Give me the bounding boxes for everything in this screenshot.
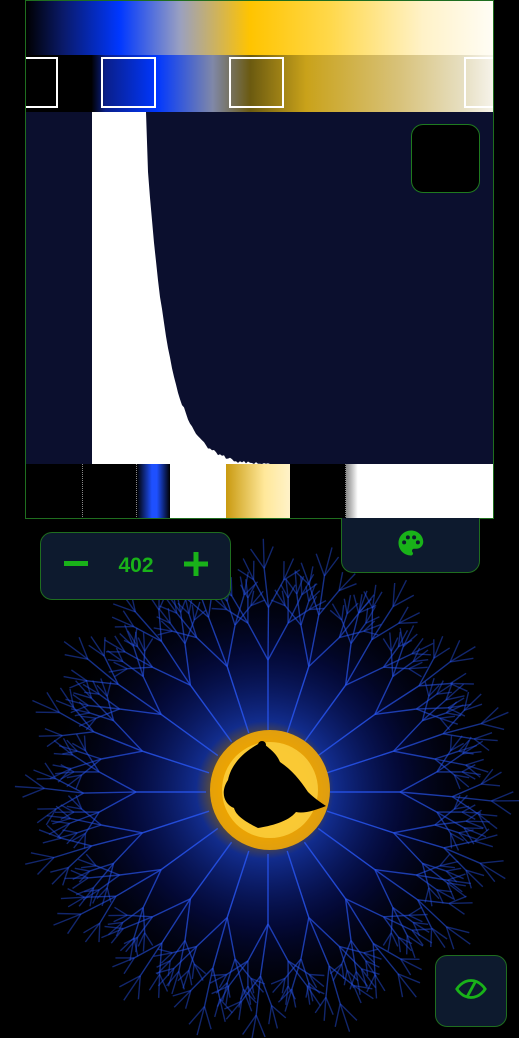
color-stop-white[interactable] [464, 57, 494, 108]
color-picker-button[interactable] [411, 124, 480, 193]
legend-segment [26, 464, 82, 519]
toggle-visibility-button[interactable] [435, 955, 507, 1027]
iteration-value: 402 [111, 533, 161, 599]
legend-segment [226, 464, 290, 519]
legend-segment [346, 464, 494, 519]
palette-button[interactable] [341, 518, 480, 573]
legend-segment [290, 464, 346, 519]
increment-button[interactable] [161, 533, 231, 599]
decrement-button[interactable] [41, 533, 111, 599]
color-stop-gold[interactable] [229, 57, 284, 108]
color-stop-blue[interactable] [101, 57, 156, 108]
legend-segment [137, 464, 170, 519]
eye-off-icon [454, 972, 488, 1011]
color-stop-black[interactable] [25, 57, 58, 108]
gradient-preview-bar [26, 1, 493, 55]
palette-icon [396, 528, 426, 563]
gradient-editor-panel [25, 0, 494, 519]
legend-segment [82, 464, 137, 519]
minus-icon [63, 551, 89, 582]
histogram-color-legend [26, 464, 493, 519]
iteration-stepper: 402 [40, 532, 231, 600]
plus-icon [183, 551, 209, 582]
legend-segment [170, 464, 226, 519]
color-stops-row[interactable] [26, 55, 493, 112]
